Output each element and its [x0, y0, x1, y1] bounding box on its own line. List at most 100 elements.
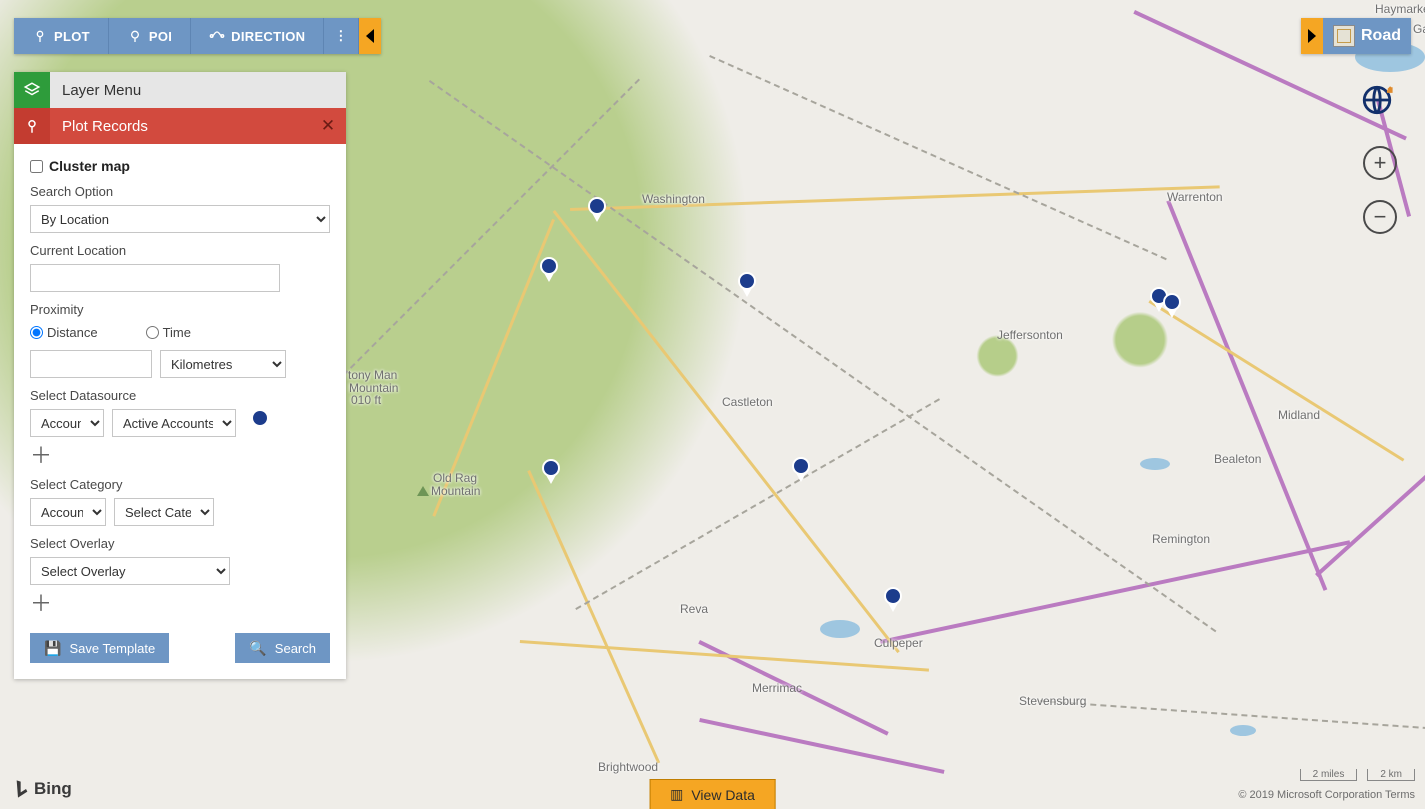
plot-label: PLOT — [54, 29, 90, 44]
direction-button[interactable]: DIRECTION — [191, 18, 324, 54]
county-boundary — [575, 398, 940, 610]
town-label: Ga — [1413, 22, 1425, 36]
chevron-left-icon — [366, 29, 374, 43]
cluster-map-input[interactable] — [30, 160, 43, 173]
plot-button[interactable]: PLOT — [14, 18, 109, 54]
zoom-out-button[interactable]: − — [1363, 200, 1397, 234]
datasource-view-select[interactable]: Active Accounts — [112, 409, 236, 437]
view-data-button[interactable]: ▥ View Data — [649, 779, 776, 809]
overlay-select[interactable]: Select Overlay — [30, 557, 230, 585]
search-option-select[interactable]: By Location — [30, 205, 330, 233]
time-radio-input[interactable] — [146, 326, 159, 339]
town-label: Castleton — [722, 395, 773, 409]
town-label: Haymarket — [1375, 2, 1425, 16]
minus-icon: − — [1374, 204, 1387, 230]
scale-miles: 2 miles — [1300, 769, 1358, 781]
proximity-time-radio[interactable]: Time — [146, 325, 191, 340]
add-datasource-button[interactable]: ＋ — [30, 445, 330, 467]
layer-menu-header[interactable]: Layer Menu — [14, 72, 346, 108]
distance-radio-input[interactable] — [30, 326, 43, 339]
map-type-selector[interactable]: Road — [1323, 18, 1411, 54]
proximity-distance-radio[interactable]: Distance — [30, 325, 98, 340]
current-location-label: Current Location — [30, 243, 330, 258]
category-field-select[interactable]: Select Category — [114, 498, 214, 526]
plus-icon: + — [1374, 150, 1387, 176]
mountain-icon — [417, 486, 429, 496]
map-pin[interactable] — [541, 459, 561, 487]
plot-records-icon — [14, 108, 50, 144]
sidebar: Layer Menu Plot Records ✕ Cluster map Se… — [14, 72, 346, 679]
list-icon: ▥ — [670, 786, 683, 803]
plot-records-header: Plot Records ✕ — [14, 108, 346, 144]
town-label: Culpeper — [874, 636, 923, 650]
search-label: Search — [275, 641, 316, 656]
map-pin[interactable] — [587, 197, 607, 225]
more-button[interactable]: ⋮ — [324, 18, 359, 54]
globe-reset-button[interactable] — [1357, 80, 1397, 120]
county-boundary — [709, 55, 1167, 260]
close-icon: ✕ — [321, 116, 335, 135]
town-label: Stevensburg — [1019, 694, 1086, 708]
layer-menu-title: Layer Menu — [50, 82, 141, 99]
map-pin[interactable] — [791, 457, 811, 485]
proximity-label: Proximity — [30, 302, 330, 317]
map-pin[interactable] — [883, 587, 903, 615]
town-label: Bealeton — [1214, 452, 1261, 466]
bing-logo: Bing — [14, 779, 72, 799]
pin-icon — [32, 28, 48, 44]
poi-button[interactable]: POI — [109, 18, 191, 54]
globe-icon — [1360, 83, 1394, 117]
scale-km: 2 km — [1367, 769, 1415, 781]
map-attribution: © 2019 Microsoft Corporation Terms — [1238, 789, 1415, 801]
view-data-label: View Data — [691, 787, 755, 803]
plus-icon: ＋ — [30, 443, 52, 468]
time-radio-label: Time — [163, 325, 191, 340]
map-pin[interactable] — [1162, 293, 1182, 321]
town-label: tony Man — [348, 368, 397, 382]
expand-right-button[interactable] — [1301, 18, 1323, 54]
town-label: Washington — [642, 192, 705, 206]
road-minor — [520, 640, 929, 672]
road — [1315, 440, 1425, 577]
road-minor — [553, 210, 900, 653]
proximity-value-input[interactable] — [30, 350, 152, 378]
more-icon: ⋮ — [334, 28, 348, 44]
add-overlay-button[interactable]: ＋ — [30, 593, 330, 615]
close-panel-button[interactable]: ✕ — [310, 116, 346, 136]
map-thumb-icon — [1333, 25, 1355, 47]
road-minor — [527, 470, 660, 764]
cluster-map-checkbox[interactable]: Cluster map — [30, 158, 330, 174]
datasource-label: Select Datasource — [30, 388, 330, 403]
town-label: Brightwood — [598, 760, 658, 774]
water — [820, 620, 860, 638]
plus-icon: ＋ — [30, 591, 52, 616]
poi-icon — [127, 28, 143, 44]
proximity-unit-select[interactable]: Kilometres — [160, 350, 286, 378]
town-label: Jeffersonton — [997, 328, 1063, 342]
category-entity-select[interactable]: Account — [30, 498, 106, 526]
water — [1230, 725, 1256, 736]
road-minor — [1148, 300, 1404, 462]
distance-radio-label: Distance — [47, 325, 98, 340]
search-option-label: Search Option — [30, 184, 330, 199]
town-label: Old Rag — [433, 471, 477, 485]
map-pin[interactable] — [539, 257, 559, 285]
datasource-entity-select[interactable]: Account — [30, 409, 104, 437]
search-button[interactable]: 🔍 Search — [235, 633, 330, 663]
collapse-left-button[interactable] — [359, 18, 381, 54]
map-type-label: Road — [1361, 27, 1401, 45]
town-label: Warrenton — [1167, 190, 1223, 204]
direction-icon — [209, 28, 225, 44]
current-location-input[interactable] — [30, 264, 280, 292]
county-boundary — [429, 80, 1217, 632]
category-label: Select Category — [30, 477, 330, 492]
cluster-map-label: Cluster map — [49, 158, 130, 174]
zoom-in-button[interactable]: + — [1363, 146, 1397, 180]
town-label: Midland — [1278, 408, 1320, 422]
road — [699, 718, 944, 774]
save-template-button[interactable]: 💾 Save Template — [30, 633, 169, 663]
town-label: Mountain — [431, 484, 480, 498]
direction-label: DIRECTION — [231, 29, 305, 44]
map-pin[interactable] — [737, 272, 757, 300]
road — [880, 540, 1350, 644]
